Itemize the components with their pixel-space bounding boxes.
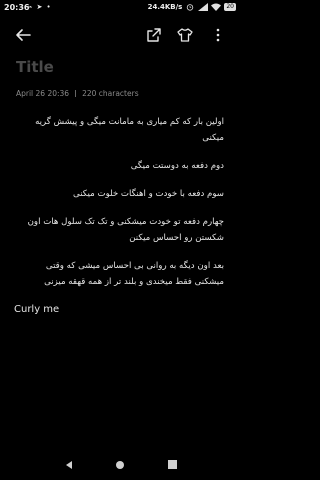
navigation-bar <box>0 450 240 480</box>
status-bar: 20:36 ⌁ ➤ • 24.4KB/s 20 <box>0 0 240 18</box>
note-meta: April 26 20:36 220 characters <box>16 89 139 98</box>
character-count: 220 characters <box>82 89 139 98</box>
note-paragraph: بعد اون دیگه به روانی بی احساس میشی که و… <box>44 261 224 287</box>
share-icon[interactable] <box>146 27 162 43</box>
note-date: April 26 20:36 <box>16 89 70 98</box>
battery-level: 20 <box>224 3 236 11</box>
network-speed: 24.4KB/s <box>147 3 183 11</box>
nav-back-icon[interactable] <box>64 460 74 470</box>
toolbar <box>0 20 240 50</box>
note-title-input[interactable]: Title <box>16 58 54 76</box>
note-paragraph: اولین بار که کم میاری به مامانت میگی و پ… <box>35 117 224 143</box>
more-vertical-icon[interactable] <box>212 27 224 43</box>
arrow-left-icon[interactable] <box>14 26 32 44</box>
status-right: 24.4KB/s 20 <box>148 3 236 11</box>
note-body-editor[interactable]: اولین بار که کم میاری به مامانت میگی و پ… <box>14 114 224 330</box>
alarm-icon <box>187 4 194 11</box>
wifi-icon <box>211 3 222 11</box>
notification-icons: ⌁ ➤ • <box>28 3 52 11</box>
note-paragraph: سوم دفعه با خودت و اهنگات خلوت میکنی <box>73 189 224 199</box>
nav-home-icon[interactable] <box>115 460 125 470</box>
signal-icon <box>198 3 209 11</box>
shirt-icon[interactable] <box>177 27 193 43</box>
note-paragraph: چهارم دفعه تو خودت میشکنی و تک تک سلول ه… <box>27 217 224 243</box>
note-paragraph: Curly me <box>14 304 60 315</box>
meta-divider <box>75 90 77 97</box>
status-time: 20:36 <box>4 3 30 12</box>
nav-recents-icon[interactable] <box>168 460 177 469</box>
note-paragraph: دوم دفعه به دوستت میگی <box>130 161 224 171</box>
